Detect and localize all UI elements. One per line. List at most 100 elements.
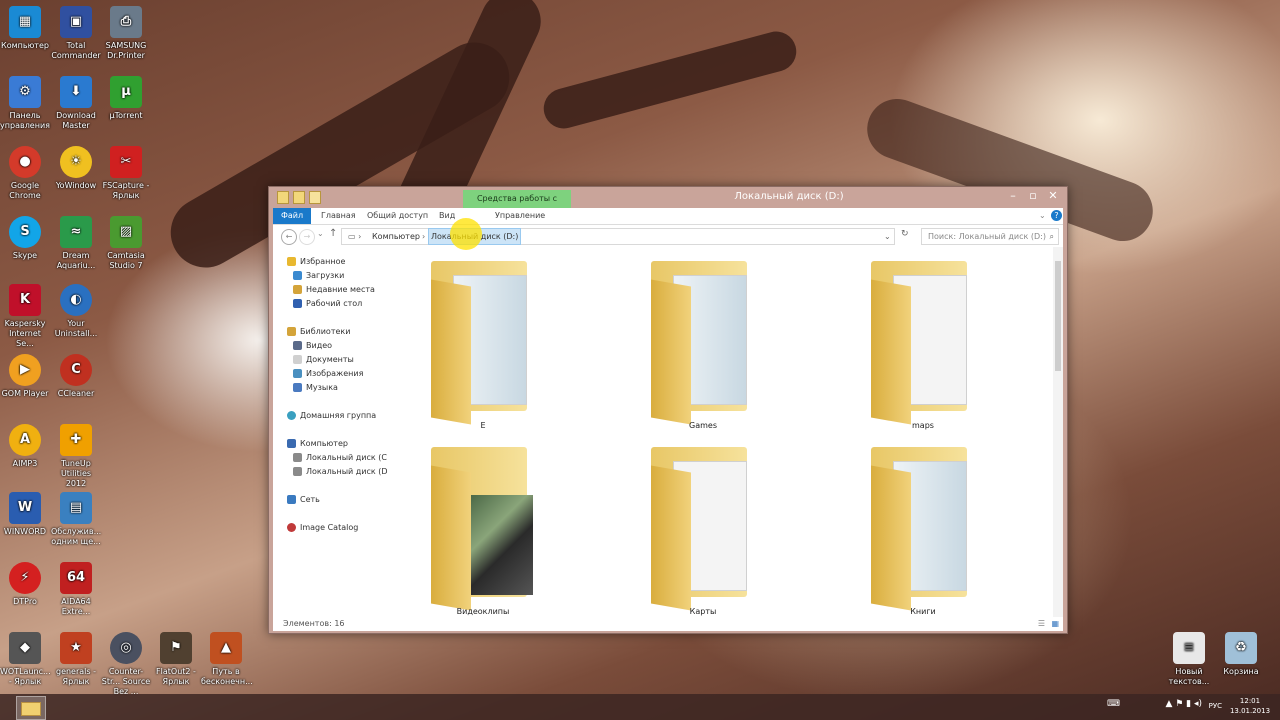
star-icon	[287, 257, 296, 266]
nav-video[interactable]: Видео	[293, 341, 332, 350]
desktop-icon-aida64[interactable]: 64 AIDA64 Extre...	[51, 562, 101, 617]
language-indicator[interactable]: РУС	[1209, 701, 1222, 711]
help-icon[interactable]: ?	[1051, 210, 1062, 221]
desktop-icon-winword[interactable]: W WINWORD	[0, 492, 50, 537]
navigation-pane: Избранное Загрузки Недавние места Рабочи…	[273, 247, 389, 617]
folder-icon[interactable]	[309, 191, 321, 204]
recent-locations-icon[interactable]: ⌄	[317, 229, 324, 238]
desktop-icon-wot[interactable]: ◆ WOTLaunc... - Ярлык	[0, 632, 51, 687]
desktop-icon-label: Kaspersky Internet Se...	[4, 319, 46, 348]
forward-button[interactable]: →	[299, 229, 315, 245]
nav-downloads[interactable]: Загрузки	[293, 271, 344, 280]
vertical-scrollbar[interactable]	[1053, 247, 1063, 617]
details-view-icon[interactable]: ☰	[1038, 617, 1045, 631]
tab-home[interactable]: Главная	[321, 208, 356, 224]
folder-label: Games	[689, 421, 717, 430]
desktop-icon-flatout2[interactable]: ⚑ FlatOut2 - Ярлык	[151, 632, 201, 687]
search-icon[interactable]: ⌕	[1050, 229, 1054, 244]
address-bar[interactable]: ▭ › Компьютер › Локальный диск (D:) › ⌄	[341, 228, 895, 245]
nav-image-catalog[interactable]: Image Catalog	[287, 523, 358, 532]
folder-label: maps	[912, 421, 934, 430]
scrollbar-thumb[interactable]	[1055, 261, 1061, 371]
new-folder-icon[interactable]	[293, 191, 305, 204]
context-tab-disk-tools[interactable]: Средства работы с дисками	[463, 190, 571, 221]
nav-documents[interactable]: Документы	[293, 355, 354, 364]
desktop-icon-counter-strike[interactable]: ◎ Counter-Str... Source Bez ...	[101, 632, 151, 697]
breadcrumb-computer[interactable]: Компьютер	[372, 229, 420, 244]
desktop-icon-yowindow[interactable]: ☀ YoWindow	[51, 146, 101, 191]
desktop-icon-kaspersky[interactable]: K Kaspersky Internet Se...	[0, 284, 50, 349]
desktop-icon-camtasia[interactable]: ▨ Camtasia Studio 7	[101, 216, 151, 271]
desktop-icon-recycle-bin[interactable]: ♻ Корзина	[1216, 632, 1266, 677]
folder-item[interactable]: maps	[853, 253, 983, 433]
title-bar[interactable]: Средства работы с дисками Локальный диск…	[269, 187, 1067, 221]
desktop-icon-aimp[interactable]: A AIMP3	[0, 424, 50, 469]
explorer-window[interactable]: Средства работы с дисками Локальный диск…	[268, 186, 1068, 634]
up-button[interactable]: ↑	[329, 228, 337, 239]
desktop-icon-gom[interactable]: ▶ GOM Player	[0, 354, 50, 399]
nav-disk-d[interactable]: Локальный диск (D	[293, 467, 388, 476]
folder-icon	[21, 702, 41, 716]
desktop-icon-chrome[interactable]: ● Google Chrome	[0, 146, 50, 201]
nav-favorites[interactable]: Избранное	[287, 257, 345, 266]
tab-view[interactable]: Вид	[439, 208, 455, 224]
nav-recent[interactable]: Недавние места	[293, 285, 375, 294]
desktop-icon-download-master[interactable]: ⬇ Download Master	[51, 76, 101, 131]
tab-file[interactable]: Файл	[273, 208, 312, 224]
refresh-icon[interactable]: ↻	[901, 229, 909, 239]
folder-item[interactable]: Карты	[633, 439, 763, 617]
desktop-icon-your-uninstaller[interactable]: ◐ Your Uninstall...	[51, 284, 101, 339]
nav-homegroup[interactable]: Домашняя группа	[287, 411, 376, 420]
desktop-icon-utorrent[interactable]: µ µTorrent	[101, 76, 151, 121]
folder-item[interactable]: Видеоклипы	[413, 439, 543, 617]
desktop-icon-dream-aquarium[interactable]: ≈ Dream Aquariu...	[51, 216, 101, 271]
maximize-button[interactable]: ▫	[1025, 189, 1041, 203]
desktop-icon-control-panel[interactable]: ⚙ Панель управления	[0, 76, 50, 131]
desktop-icon-generals[interactable]: ★ generals - Ярлык	[51, 632, 101, 687]
nav-disk-c[interactable]: Локальный диск (C	[293, 453, 387, 462]
folder-item[interactable]: Games	[633, 253, 763, 433]
folder-item[interactable]: E	[413, 253, 543, 433]
taskbar-explorer-button[interactable]	[16, 696, 46, 720]
tab-share[interactable]: Общий доступ	[367, 208, 428, 224]
properties-icon[interactable]	[277, 191, 289, 204]
desktop-icon-label: Обслужив... одним щe...	[51, 527, 102, 546]
desktop-icon-path-infinity[interactable]: ▲ Путь в бесконечн...	[201, 632, 253, 687]
tab-manage[interactable]: Управление	[495, 208, 545, 224]
keyboard-icon[interactable]: ⌨	[1107, 699, 1120, 709]
nav-libraries[interactable]: Библиотеки	[287, 327, 350, 336]
maintenance-icon: ▤	[60, 492, 92, 524]
folder-front	[431, 465, 471, 611]
desktop-icon-label: Панель управления	[0, 111, 50, 130]
close-button[interactable]: ✕	[1045, 189, 1061, 203]
back-button[interactable]: ←	[281, 229, 297, 245]
desktop-icon-maintenance[interactable]: ▤ Обслужив... одним щe...	[51, 492, 101, 547]
nav-images[interactable]: Изображения	[293, 369, 363, 378]
desktop-icon-ccleaner[interactable]: C CCleaner	[51, 354, 101, 399]
clock[interactable]: 12:01 13.01.2013	[1228, 696, 1272, 716]
nav-desktop[interactable]: Рабочий стол	[293, 299, 362, 308]
search-box[interactable]: Поиск: Локальный диск (D:) ⌕	[921, 228, 1059, 245]
desktop-icon-new-text[interactable]: ≡ Новый текстов...	[1164, 632, 1214, 687]
desktop-icon-fscapture[interactable]: ✂ FSCapture - Ярлык	[101, 146, 151, 201]
nav-computer[interactable]: Компьютер	[287, 439, 348, 448]
folder-front	[651, 279, 691, 425]
expand-ribbon-icon[interactable]: ⌄	[1039, 208, 1046, 224]
desktop-icon-tuneup[interactable]: ✚ TuneUp Utilities 2012	[51, 424, 101, 489]
desktop-icon-dtpro[interactable]: ⚡ DTPro	[0, 562, 50, 607]
utorrent-icon: µ	[110, 76, 142, 108]
minimize-button[interactable]: –	[1005, 189, 1021, 203]
nav-network[interactable]: Сеть	[287, 495, 320, 504]
folder-item[interactable]: Книги	[853, 439, 983, 617]
kaspersky-icon: K	[9, 284, 41, 316]
desktop-icon-skype[interactable]: S Skype	[0, 216, 50, 261]
desktop-icon-total-commander[interactable]: ▣ Total Commander	[51, 6, 101, 61]
breadcrumb-expand-icon[interactable]: ›	[510, 229, 513, 244]
desktop-icon-label: generals - Ярлык	[55, 667, 96, 686]
desktop-icon-samsung-printer[interactable]: ⎙ SAMSUNG Dr.Printer	[101, 6, 151, 61]
large-icons-view-icon[interactable]: ▦	[1051, 617, 1059, 631]
desktop-icon-computer[interactable]: ▦ Компьютер	[0, 6, 50, 51]
tray-icons[interactable]: ▲ ⚑ ▮ ◂)	[1165, 699, 1202, 709]
nav-music[interactable]: Музыка	[293, 383, 338, 392]
address-dropdown-icon[interactable]: ⌄	[884, 229, 891, 244]
